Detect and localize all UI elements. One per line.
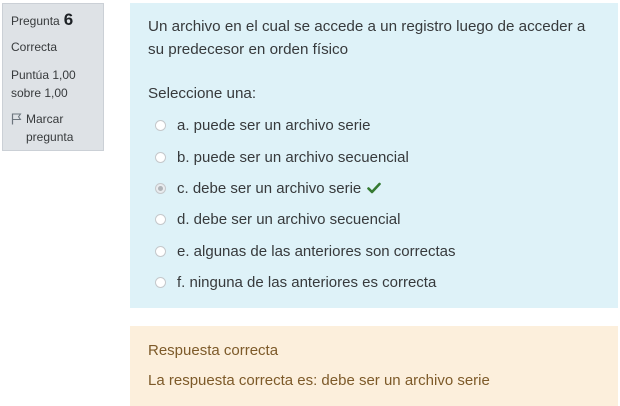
question-number: 6: [63, 10, 74, 29]
question-number-line: Pregunta 6: [11, 10, 97, 32]
option-label: f. ninguna de las anteriores es correcta: [177, 274, 437, 292]
outcome-feedback-panel: Respuesta correcta La respuesta correcta…: [130, 326, 618, 406]
answer-option-a[interactable]: a. puede ser un archivo serie: [148, 110, 600, 141]
grade-line-2: sobre 1,00: [11, 86, 68, 100]
option-label: b. puede ser un archivo secuencial: [177, 148, 409, 166]
question-grade: Puntúa 1,00 sobre 1,00: [11, 66, 97, 102]
grade-line-1: Puntúa 1,00: [11, 68, 76, 82]
answer-option-f[interactable]: f. ninguna de las anteriores es correcta: [148, 267, 600, 298]
flag-label: Marcar pregunta: [26, 110, 73, 146]
question-state: Correcta: [11, 40, 58, 54]
radio-button[interactable]: [155, 245, 166, 257]
flag-question-button[interactable]: Marcar pregunta: [11, 110, 97, 146]
answer-option-d[interactable]: d. debe ser un archivo secuencial: [148, 204, 600, 235]
radio-button[interactable]: [155, 120, 166, 132]
radio-button[interactable]: [155, 214, 166, 226]
answer-prompt: Seleccione una:: [148, 85, 257, 102]
check-icon: [367, 182, 382, 194]
right-answer: La respuesta correcta es: debe ser un ar…: [148, 372, 490, 389]
radio-button[interactable]: [155, 151, 166, 163]
answer-option-c[interactable]: c. debe ser un archivo serie: [148, 173, 600, 204]
answer-option-b[interactable]: b. puede ser un archivo secuencial: [148, 141, 600, 172]
answer-options: a. puede ser un archivo serie b. puede s…: [148, 110, 600, 298]
radio-button[interactable]: [155, 277, 166, 289]
radio-button-selected[interactable]: [155, 182, 166, 194]
specific-feedback: Respuesta correcta: [148, 342, 279, 359]
flag-label-line-2: pregunta: [26, 130, 74, 144]
question-info-panel: Pregunta 6 Correcta Puntúa 1,00 sobre 1,…: [2, 3, 104, 151]
option-label: e. algunas de las anteriores son correct…: [177, 242, 456, 260]
option-label: d. debe ser un archivo secuencial: [177, 211, 401, 229]
flag-label-line-1: Marcar: [26, 112, 64, 126]
question-label: Pregunta: [11, 14, 60, 28]
option-label: a. puede ser un archivo serie: [177, 117, 371, 135]
question-formulation: Un archivo en el cual se accede a un reg…: [130, 3, 618, 308]
question-text: Un archivo en el cual se accede a un reg…: [148, 18, 586, 58]
flag-icon: [11, 113, 22, 125]
answer-option-e[interactable]: e. algunas de las anteriores son correct…: [148, 236, 600, 267]
option-label: c. debe ser un archivo serie: [177, 179, 362, 197]
